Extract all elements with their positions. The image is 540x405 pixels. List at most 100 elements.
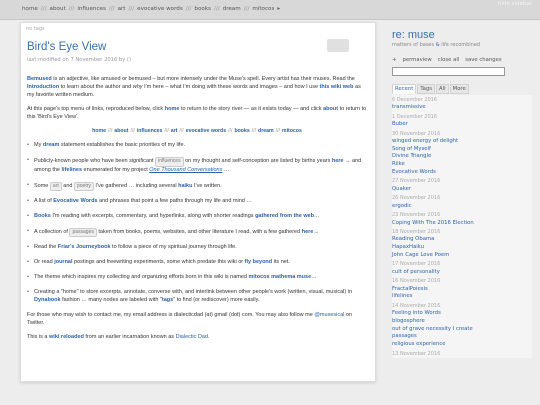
recent-date: 14 November 2016	[392, 303, 441, 309]
text-run: I've gathered … including several	[93, 182, 179, 189]
tag-pill[interactable]: poetry	[73, 181, 94, 191]
nav-link-0[interactable]: home	[22, 6, 38, 12]
hide-sidebar-link[interactable]: hide sidebar	[498, 1, 532, 7]
nav-link-5[interactable]: books	[194, 6, 211, 12]
nav-separator: ///	[40, 6, 47, 12]
text-run: Read the	[34, 244, 58, 250]
inline-link[interactable]: mitocos mathema muse	[249, 274, 312, 280]
recent-item[interactable]: Evocative Words	[392, 169, 532, 177]
nav-more-icon[interactable]: ▸	[277, 6, 280, 12]
text-run: fashion … many nodes are labeled with "	[60, 296, 162, 303]
menu-link-3[interactable]: art	[171, 128, 178, 134]
menu-link-0[interactable]: home	[92, 128, 106, 134]
search-input[interactable]	[392, 67, 505, 76]
nav-link-6[interactable]: dream	[223, 6, 241, 12]
recent-item[interactable]: Rilke	[392, 161, 532, 169]
nav-link-3[interactable]: art	[118, 6, 126, 12]
menu-link-6[interactable]: dream	[258, 128, 274, 134]
inline-link[interactable]: gathered from the web	[255, 213, 314, 219]
nav-link-7[interactable]: mitocos	[252, 6, 274, 12]
sidebar-action-0[interactable]: +	[392, 57, 396, 63]
tag-pill[interactable]: influences	[155, 157, 184, 167]
tag-pill[interactable]: art	[49, 181, 62, 191]
page-title: Bird's Eye View	[27, 41, 107, 53]
inline-link[interactable]: tags	[162, 297, 173, 303]
tab-tags[interactable]: Tags	[417, 84, 436, 94]
menu-separator: ///	[228, 127, 233, 134]
recent-item[interactable]: transmissive	[392, 104, 532, 112]
inline-link[interactable]: here	[332, 158, 344, 164]
sidebar-action-1[interactable]: permaview	[402, 57, 431, 63]
menu-separator: ///	[107, 127, 113, 134]
nav-link-4[interactable]: evocative words	[137, 6, 183, 12]
tag-pill[interactable]: passages	[69, 227, 97, 237]
list-item: Read the Friar's Journeybook to follow a…	[27, 244, 367, 252]
sidebar-action-3[interactable]: save changes	[465, 57, 501, 63]
site-title[interactable]: re: muse	[392, 29, 435, 41]
list-item: My dream statement establishes the basic…	[27, 142, 367, 150]
text-run: to follow a piece of my spiritual journe…	[110, 244, 237, 250]
menu-link-5[interactable]: books	[234, 128, 249, 134]
inline-link[interactable]: Bemused	[27, 76, 52, 82]
recent-item[interactable]: ergodic	[392, 203, 532, 211]
inline-link[interactable]: haiku	[178, 183, 192, 189]
nav-link-1[interactable]: about	[50, 6, 66, 12]
recent-item[interactable]: religious experience	[392, 341, 532, 349]
inline-link[interactable]: Friar's Journeybook	[58, 244, 111, 250]
inline-link[interactable]: Evocative Words	[53, 198, 97, 204]
recent-item[interactable]: Feeling into Words	[392, 310, 532, 318]
modified-info: last modified on 7 November 2016 by ()	[27, 57, 131, 63]
recent-item[interactable]: Quaker	[392, 186, 532, 194]
recent-date: 27 November 2016	[392, 178, 441, 185]
sidebar-tabs: Recent Tags All More	[392, 84, 470, 94]
list-item: Creating a "home" to store excerpts, ann…	[27, 289, 367, 305]
inline-link[interactable]: journal	[54, 259, 72, 265]
recent-item[interactable]: Coping With The 2016 Election	[392, 220, 532, 228]
inline-link[interactable]: wiki reloaded	[49, 334, 84, 340]
recent-item[interactable]: cult of personality	[392, 269, 532, 277]
recent-item[interactable]: winged energy of delight	[392, 138, 532, 146]
inline-link[interactable]: here	[302, 229, 314, 235]
tiddler-toolbar-button[interactable]	[327, 39, 349, 52]
inline-link[interactable]: Dynabook	[34, 297, 61, 303]
recent-item[interactable]: Song of Myself	[392, 146, 532, 154]
recent-item[interactable]: blogosphere	[392, 318, 532, 326]
text-run: Creating a "home" to store excerpts, ann…	[34, 288, 352, 295]
menu-link-7[interactable]: mitocos	[282, 128, 302, 134]
recent-item[interactable]: Divine Triangle	[392, 153, 532, 161]
text-run: My	[34, 142, 43, 149]
recent-item[interactable]: Buber	[392, 121, 532, 129]
text-run: …	[222, 166, 230, 173]
nav-link-2[interactable]: influences	[77, 6, 106, 12]
recent-item[interactable]: Reading Obama	[392, 236, 532, 244]
inline-link[interactable]: One Thousand Conversations	[149, 167, 222, 173]
inline-link[interactable]: this wiki web	[320, 84, 354, 90]
inline-link[interactable]: Books	[34, 213, 51, 219]
list-item: A collection of passages taken from book…	[27, 227, 367, 237]
recent-item[interactable]: FractalPoiesis	[392, 286, 532, 294]
recent-item[interactable]: out of grave necessity I create	[392, 326, 532, 334]
inline-link[interactable]: lifelines	[62, 167, 82, 173]
text-run: from an earlier incarnation known as	[83, 333, 176, 340]
inline-link[interactable]: @musesical	[314, 312, 344, 318]
menu-link-2[interactable]: influences	[137, 128, 163, 134]
recent-item[interactable]: lifelines	[392, 293, 532, 301]
inline-link[interactable]: dream	[43, 142, 60, 148]
tab-recent[interactable]: Recent	[392, 84, 417, 94]
inline-link[interactable]: fly beyond	[245, 259, 273, 265]
inline-link[interactable]: about	[323, 106, 338, 112]
recent-item[interactable]: John Cage Love Poem	[392, 252, 532, 260]
sidebar-action-2[interactable]: close all	[438, 57, 460, 63]
tab-all[interactable]: All	[436, 84, 449, 94]
recent-item[interactable]: HapaxHaiku	[392, 244, 532, 252]
tab-more[interactable]: More	[449, 84, 469, 94]
menu-link-4[interactable]: evocative words	[186, 128, 226, 134]
recent-item[interactable]: passages	[392, 333, 532, 341]
tiddler-panel: no tags Bird's Eye View last modified on…	[20, 22, 376, 382]
text-run: For those who may wish to contact me, my…	[27, 311, 315, 318]
inline-link[interactable]: Dialectic Dad	[176, 334, 208, 340]
menu-link-1[interactable]: about	[114, 128, 128, 134]
inline-link[interactable]: home	[165, 106, 180, 112]
overview-list: My dream statement establishes the basic…	[27, 142, 367, 304]
inline-link[interactable]: Introduction	[27, 84, 59, 90]
